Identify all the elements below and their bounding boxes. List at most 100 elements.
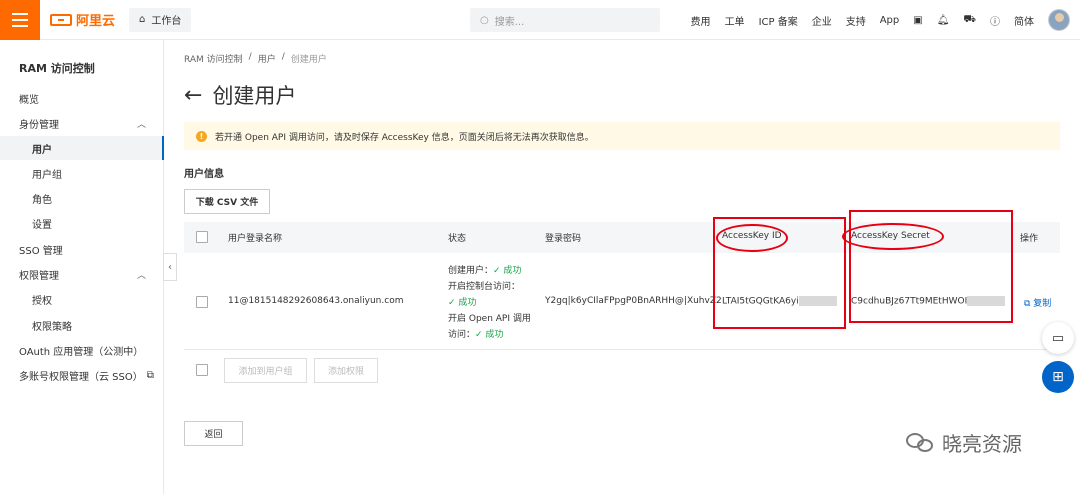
sidebar-item-label: 用户 [32,144,52,156]
sidebar-item-policies[interactable]: 权限策略 [0,313,164,337]
notice-text: 若开通 Open API 调用访问，请及时保存 AccessKey 信息，页面关… [215,132,594,143]
terminal-icon[interactable]: ▣ [913,15,922,26]
nav-support[interactable]: 支持 [846,13,866,28]
chat-icon: ▭ [1051,330,1065,346]
sidebar-title: RAM 访问控制 [19,62,95,75]
sidebar-item-label: SSO 管理 [19,245,63,257]
header-login-name: 用户登录名称 [228,234,283,244]
bell-icon[interactable]: 🔔︎ [937,15,950,26]
row-checkbox[interactable] [196,296,208,308]
header-password: 登录密码 [545,234,582,244]
breadcrumb-separator: / [281,52,285,62]
status-create-user: 创建用户：✓ 成功 [448,263,521,276]
aliyun-logo-icon [50,13,72,26]
select-all-checkbox[interactable] [196,231,208,243]
sidebar-collapse-button[interactable]: ‹ [163,253,177,281]
watermark: 晓亮资源 [906,428,1022,457]
apps-float-button[interactable]: ⊞ [1042,361,1074,393]
add-to-group-button[interactable]: 添加到用户组 [224,358,307,383]
external-link-icon: ⧉ [146,369,154,381]
copy-icon: ⧉ [1024,299,1034,309]
breadcrumb-separator: / [248,52,252,62]
sidebar-item-label: OAuth 应用管理（公测中） [19,346,144,358]
annotation-oval-accesskey-secret [842,223,944,250]
status-openapi-result: 访问：✓ 成功 [448,327,503,340]
sidebar-item-roles[interactable]: 角色 [0,186,164,210]
wechat-icon [906,431,936,455]
status-success: ✓ 成功 [493,266,522,276]
search-input[interactable]: ○ 搜索... [470,8,660,32]
chat-float-button[interactable]: ▭ [1042,322,1074,354]
status-success: ✓ 成功 [475,330,504,340]
nav-icp[interactable]: ICP 备案 [759,13,798,28]
sidebar-item-groups[interactable]: 用户组 [0,161,164,185]
status-openapi-label: 开启 Open API 调用 [448,314,531,324]
language-switch[interactable]: 简体 [1014,13,1034,28]
home-icon: ⌂ [139,14,146,25]
footer-checkbox[interactable] [196,364,208,376]
sidebar-item-settings[interactable]: 设置 [0,211,164,235]
search-placeholder: 搜索... [494,16,525,28]
workbench-button[interactable]: ⌂ 工作台 [129,7,192,32]
status-console-success: ✓ 成功 [448,298,477,308]
page-title: 创建用户 [212,84,297,108]
download-csv-button[interactable]: 下载 CSV 文件 [184,189,270,214]
top-nav: 费用 工单 ICP 备案 企业 支持 App ▣ 🔔︎ ⛟ ⓘ 简体 [691,0,1070,40]
sidebar-item-label: 设置 [32,219,52,231]
help-icon[interactable]: ⓘ [990,13,1000,28]
copy-label: 复制 [1033,299,1052,309]
annotation-oval-accesskey-id [716,224,788,252]
chevron-up-icon: ︿ [136,270,146,281]
sidebar: RAM 访问控制 概览 身份管理 ︿ 用户 用户组 角色 设置 SSO 管理 权限… [0,40,164,494]
nav-app[interactable]: App [880,15,900,26]
warning-icon: ! [196,130,207,142]
hamburger-menu-button[interactable] [0,0,40,40]
sidebar-item-sso[interactable]: SSO 管理 [0,237,164,261]
search-icon: ○ [480,14,489,26]
nav-tickets[interactable]: 工单 [725,13,745,28]
section-title: 用户信息 [184,169,224,180]
status-console-label: 开启控制台访问： [448,282,521,292]
sidebar-item-label: 权限管理 [19,270,59,282]
add-permission-button[interactable]: 添加权限 [314,358,378,383]
back-arrow-icon[interactable]: ← [184,83,202,108]
back-button[interactable]: 返回 [184,421,243,446]
nav-enterprise[interactable]: 企业 [812,13,832,28]
status-label: 创建用户： [448,266,494,276]
sidebar-item-label: 身份管理 [19,119,59,131]
sidebar-item-cloud-sso[interactable]: 多账号权限管理（云 SSO） ⧉ [0,363,164,387]
breadcrumb-current: 创建用户 [290,55,327,65]
sidebar-item-label: 多账号权限管理（云 SSO） [19,371,143,383]
wechat-bubble [917,438,933,452]
copy-button[interactable]: ⧉ 复制 [1024,296,1051,309]
apps-grid-icon: ⊞ [1052,369,1064,385]
sidebar-item-identity[interactable]: 身份管理 ︿ [0,111,164,135]
nav-fees[interactable]: 费用 [691,13,711,28]
watermark-text: 晓亮资源 [942,432,1022,456]
cart-icon[interactable]: ⛟ [963,14,976,27]
avatar[interactable] [1048,9,1070,31]
sidebar-item-label: 权限策略 [32,321,72,333]
sidebar-item-overview[interactable]: 概览 [0,86,164,110]
brand-name: 阿里云 [76,14,116,29]
sidebar-item-label: 概览 [19,94,39,106]
breadcrumb-ram[interactable]: RAM 访问控制 [184,52,243,65]
chevron-up-icon: ︿ [136,119,146,130]
sidebar-item-permissions[interactable]: 权限管理 ︿ [0,262,164,286]
login-name: 11@1815148292608643.onaliyun.com [228,296,404,306]
aliyun-logo[interactable]: 阿里云 [50,10,115,29]
top-bar: 阿里云 ⌂ 工作台 ○ 搜索... 费用 工单 ICP 备案 企业 支持 App… [0,0,1080,40]
warning-notice: ! 若开通 Open API 调用访问，请及时保存 AccessKey 信息，页… [184,122,1060,150]
sidebar-item-label: 角色 [32,194,52,206]
sidebar-item-users[interactable]: 用户 [0,136,164,160]
sidebar-item-oauth[interactable]: OAuth 应用管理（公测中） [0,338,164,362]
breadcrumb: RAM 访问控制 / 用户 / 创建用户 [184,52,327,65]
header-action: 操作 [1020,234,1039,244]
sidebar-item-label: 用户组 [32,169,62,181]
status-label: 访问： [448,330,476,340]
sidebar-item-grants[interactable]: 授权 [0,287,164,311]
workbench-label: 工作台 [151,16,182,27]
sidebar-item-label: 授权 [32,295,52,307]
breadcrumb-users[interactable]: 用户 [258,52,276,65]
login-password: Y2gq|k6yCIlaFPpgP0BnARHH@|XuhvZ2 [545,296,722,306]
